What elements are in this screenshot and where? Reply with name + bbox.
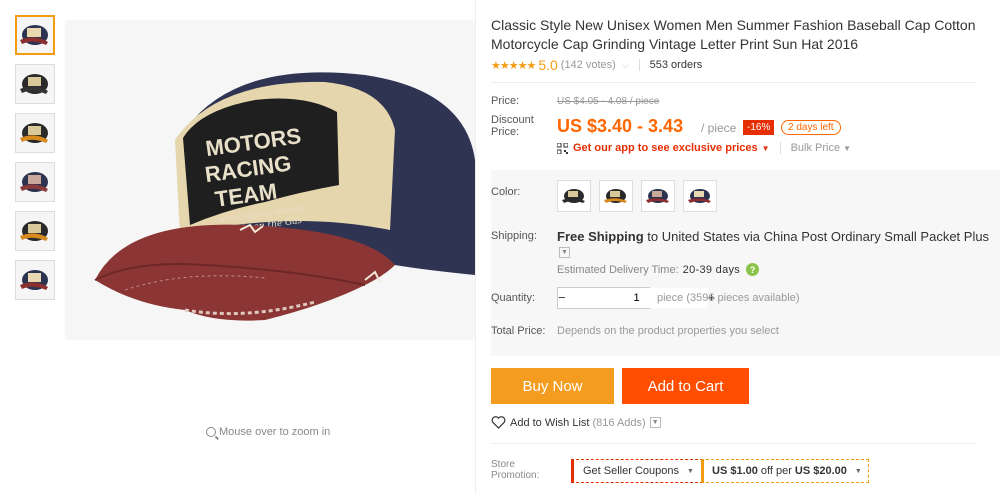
chevron-down-icon[interactable]: ▼ [649,417,661,428]
product-page: MOTORS RACING TEAM WORLD SERIES GENUINE … [0,0,1000,493]
wish-list-row: Add to Wish List (816 Adds) ▼ [491,416,661,429]
decrement-button[interactable]: − [558,288,566,308]
product-title: Classic Style New Unisex Women Men Summe… [491,17,976,52]
color-label: Color: [491,186,521,198]
add-to-wish-list-link[interactable]: Add to Wish List [510,417,589,429]
color-swatch-4[interactable] [683,180,717,212]
discount-price: US $3.40 - 3.43 [557,116,684,136]
total-price-label: Total Price: [491,325,546,337]
rating-row: ★★★★★ 5.0 (142 votes) ⌵ 553 orders [491,57,702,73]
star-rating-icon[interactable]: ★★★★★ [491,59,536,72]
discount-label-line1: Discount [491,114,534,126]
discount-label-line2: Price: [491,126,520,138]
cap-swatch-icon [688,189,711,203]
cap-thumb-icon [20,74,48,94]
color-swatch-2[interactable] [599,180,633,212]
divider [491,443,977,444]
thumbnail-2[interactable] [15,64,55,104]
votes-count[interactable]: (142 votes) [561,59,616,71]
shipping-destination: to United States via China Post Ordinary… [647,229,990,244]
quantity-label: Quantity: [491,292,536,304]
thumbnail-list [15,15,57,309]
chevron-down-icon[interactable]: ▼ [843,144,851,153]
buy-now-button[interactable]: Buy Now [491,368,614,404]
thumbnail-6[interactable] [15,260,55,300]
cap-thumb-icon [20,123,48,143]
chevron-down-icon: ▼ [687,467,694,475]
quantity-availability: piece (3596 pieces available) [657,292,800,304]
cap-swatch-icon [562,189,585,203]
color-swatch-1[interactable] [557,180,591,212]
chevron-down-icon[interactable]: ⌵ [622,60,629,71]
original-price: US $4.05 - 4.08 / piece [557,96,660,107]
color-swatch-3[interactable] [641,180,675,212]
magnifier-icon [206,427,216,437]
thumbnail-5[interactable] [15,211,55,251]
divider [638,59,640,71]
time-left-badge: 2 days left [781,120,841,135]
divider [491,82,977,83]
heart-icon[interactable] [491,416,506,429]
cap-thumb-icon [20,25,48,45]
baseball-cap-image: MOTORS RACING TEAM WORLD SERIES GENUINE … [65,20,475,340]
zoom-hint-text: Mouse over to zoom in [219,426,331,438]
color-swatches [557,180,717,212]
wish-count: (816 Adds) [592,416,646,429]
add-to-cart-button[interactable]: Add to Cart [622,368,749,404]
help-icon[interactable]: ? [746,263,760,276]
deal-mid-text: off per [760,465,792,477]
thumbnail-3[interactable] [15,113,55,153]
per-piece-unit: / piece [701,121,737,135]
cap-swatch-icon [646,189,669,203]
shipping-label: Shipping: [491,230,537,242]
orders-count: 553 orders [649,59,703,71]
est-delivery-label: Estimated Delivery Time: [557,263,679,276]
rating-value: 5.0 [538,57,558,73]
promotion-label-line1: Store [491,459,515,470]
product-details: Classic Style New Unisex Women Men Summe… [491,0,1000,493]
thumbnail-4[interactable] [15,162,55,202]
estimated-delivery: Estimated Delivery Time: 20-39 days ? [557,263,760,276]
qr-code-icon [557,142,568,154]
cap-swatch-icon [604,189,627,203]
chevron-down-icon[interactable]: ▼ [559,247,570,259]
bulk-price-link[interactable]: Bulk Price [779,142,840,154]
quantity-stepper: − + [557,287,715,309]
get-seller-coupons-button[interactable]: Get Seller Coupons ▼ [571,459,703,483]
price-label: Price: [491,95,520,107]
product-gallery: MOTORS RACING TEAM WORLD SERIES GENUINE … [0,0,476,493]
deal-threshold: US $20.00 [794,465,847,477]
discount-badge: -16% [743,120,775,135]
promotion-label-line2: Promotion: [491,470,540,481]
store-deal[interactable]: US $1.00 off per US $20.00 ▼ [701,459,869,483]
thumbnail-1[interactable] [15,15,55,55]
cap-thumb-icon [20,172,48,192]
chevron-down-icon[interactable]: ▼ [762,144,770,153]
discount-price-label: Discount Price: [491,114,534,138]
shipping-info: Free Shipping to United States via China… [557,229,997,259]
coupon-button-label: Get Seller Coupons [583,465,679,477]
app-promo-row: Get our app to see exclusive prices ▼ Bu… [557,142,851,154]
est-delivery-days: 20-39 days [682,263,741,276]
cap-thumb-icon [20,221,48,241]
free-shipping-text: Free Shipping [557,229,644,244]
chevron-down-icon: ▼ [854,467,862,475]
deal-amount: US $1.00 [712,465,758,477]
store-promotion-label: Store Promotion: [491,459,551,481]
app-promo-link[interactable]: Get our app to see exclusive prices [573,142,758,154]
total-price-value: Depends on the product properties you se… [557,325,779,337]
main-product-image[interactable]: MOTORS RACING TEAM WORLD SERIES GENUINE … [65,20,475,340]
zoom-hint: Mouse over to zoom in [206,426,330,438]
cap-thumb-icon [20,270,48,290]
